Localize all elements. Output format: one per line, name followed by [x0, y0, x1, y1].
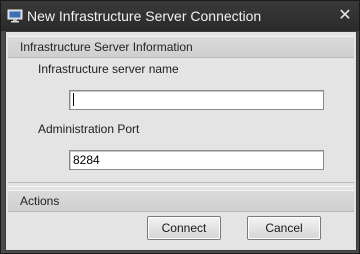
info-section-title: Infrastructure Server Information — [20, 40, 193, 54]
info-section-header: Infrastructure Server Information — [8, 36, 354, 58]
text-caret — [73, 93, 74, 106]
admin-port-input[interactable] — [69, 150, 324, 170]
window-title: New Infrastructure Server Connection — [27, 8, 262, 24]
close-icon[interactable]: ✕ — [335, 6, 355, 26]
cancel-button[interactable]: Cancel — [247, 216, 321, 240]
server-name-input[interactable] — [69, 90, 324, 110]
actions-section-header: Actions — [8, 190, 354, 212]
dialog-body: Infrastructure Server Information Infras… — [5, 31, 357, 251]
section-divider — [8, 182, 354, 187]
monitor-icon — [7, 8, 23, 24]
title-bar[interactable]: New Infrastructure Server Connection ✕ — [1, 1, 359, 31]
server-name-label: Infrastructure server name — [38, 62, 179, 76]
dialog-window: New Infrastructure Server Connection ✕ I… — [0, 0, 360, 254]
connect-button[interactable]: Connect — [147, 216, 221, 240]
actions-section-title: Actions — [20, 194, 60, 208]
admin-port-label: Administration Port — [38, 122, 140, 136]
